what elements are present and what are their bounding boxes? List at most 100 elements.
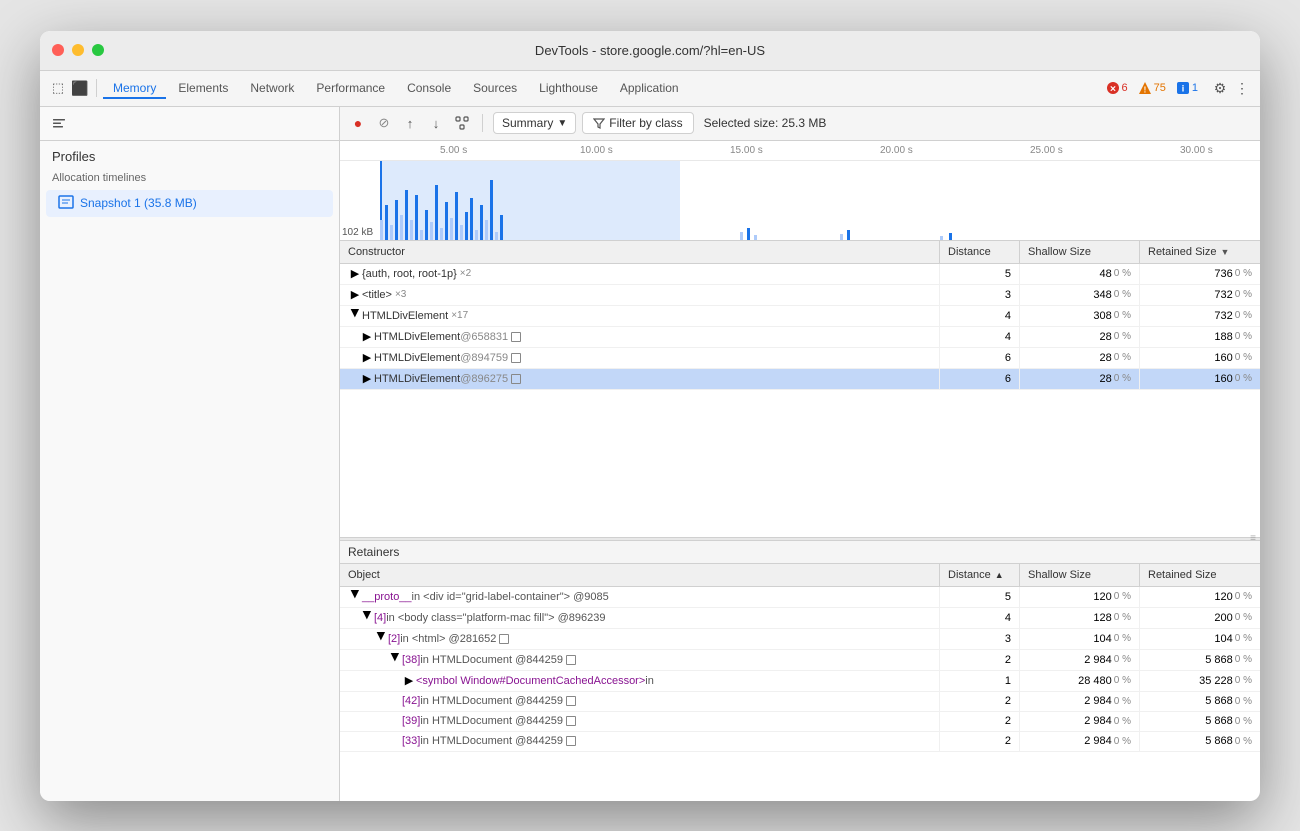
settings-icon[interactable]: ⚙ xyxy=(1210,78,1230,98)
context: in <html> @281652 xyxy=(400,633,496,645)
ret-td-shallow: 2 984 0 % xyxy=(1020,712,1140,731)
td-constructor: ▶ {auth, root, root-1p} ×2 xyxy=(340,264,940,284)
time-label-15s: 15.00 s xyxy=(730,145,763,156)
chart-size-label: 102 kB xyxy=(342,227,373,238)
constructor-name: {auth, root, root-1p} xyxy=(362,268,457,280)
chart-timeline: 5.00 s 10.00 s 15.00 s 20.00 s 25.00 s 3… xyxy=(340,141,1260,161)
td-constructor: ▶ HTMLDivElement @896275 xyxy=(340,369,940,389)
table-row[interactable]: ▶ <title> ×3 3 348 0 % 732 0 % xyxy=(340,285,1260,306)
retainer-row[interactable]: [42] in HTMLDocument @844259 2 2 984 0 %… xyxy=(340,692,1260,712)
upload-icon[interactable]: ↑ xyxy=(400,113,420,133)
td-shallow: 48 0 % xyxy=(1020,264,1140,284)
link-icon[interactable] xyxy=(511,374,521,384)
settings-panel-icon[interactable] xyxy=(48,112,70,134)
filter-by-class-button[interactable]: Filter by class xyxy=(582,112,693,134)
filter-label: Filter by class xyxy=(609,116,682,130)
cursor-icon[interactable]: ⬚ xyxy=(48,78,68,98)
th-distance-label: Distance xyxy=(948,246,991,258)
dropdown-arrow-icon: ▼ xyxy=(557,118,567,129)
tab-console[interactable]: Console xyxy=(397,77,461,99)
more-options-icon[interactable]: ⋮ xyxy=(1232,78,1252,98)
tab-network[interactable]: Network xyxy=(240,77,304,99)
retainer-row[interactable]: ▶ __proto__ in <div id="grid-label-conta… xyxy=(340,587,1260,608)
tab-sources[interactable]: Sources xyxy=(463,77,527,99)
th-object[interactable]: Object xyxy=(340,564,940,586)
table-row-selected[interactable]: ▶ HTMLDivElement @896275 6 28 0 % 160 0 … xyxy=(340,369,1260,390)
expand-icon[interactable]: ▶ xyxy=(348,309,362,323)
ret-td-retained: 5 868 0 % xyxy=(1140,732,1260,751)
th-constructor[interactable]: Constructor xyxy=(340,241,940,263)
snapshot-item[interactable]: Snapshot 1 (35.8 MB) xyxy=(46,190,333,217)
expand-icon[interactable]: ▶ xyxy=(360,330,374,344)
tab-application[interactable]: Application xyxy=(610,77,689,99)
link-icon[interactable] xyxy=(566,716,576,726)
td-constructor: ▶ HTMLDivElement @894759 xyxy=(340,348,940,368)
table-row[interactable]: ▶ HTMLDivElement @658831 4 28 0 % 188 0 … xyxy=(340,327,1260,348)
tab-performance[interactable]: Performance xyxy=(306,77,395,99)
th-ret-shallow[interactable]: Shallow Size xyxy=(1020,564,1140,586)
expand-icon[interactable]: ▶ xyxy=(348,288,362,302)
constructor-name: HTMLDivElement xyxy=(374,331,460,343)
ret-td-shallow: 2 984 0 % xyxy=(1020,732,1140,751)
expand-icon[interactable]: ▶ xyxy=(360,611,374,625)
link-icon[interactable] xyxy=(566,696,576,706)
th-ret-retained[interactable]: Retained Size xyxy=(1140,564,1260,586)
maximize-button[interactable] xyxy=(92,44,104,56)
link-icon[interactable] xyxy=(566,736,576,746)
retainer-row[interactable]: [39] in HTMLDocument @844259 2 2 984 0 %… xyxy=(340,712,1260,732)
summary-dropdown[interactable]: Summary ▼ xyxy=(493,112,576,134)
expand-icon[interactable]: ▶ xyxy=(348,267,362,281)
link-icon[interactable] xyxy=(511,353,521,363)
ret-td-shallow: 2 984 0 % xyxy=(1020,692,1140,711)
stop-icon[interactable]: ⊘ xyxy=(374,113,394,133)
snapshot-label: Snapshot 1 (35.8 MB) xyxy=(80,196,197,210)
tab-memory[interactable]: Memory xyxy=(103,77,166,99)
table-body: ▶ {auth, root, root-1p} ×2 5 48 0 % 736 … xyxy=(340,264,1260,537)
retainer-row[interactable]: ▶ <symbol Window#DocumentCachedAccessor>… xyxy=(340,671,1260,692)
td-retained: 160 0 % xyxy=(1140,348,1260,368)
warning-count: 75 xyxy=(1154,82,1166,94)
tab-lighthouse[interactable]: Lighthouse xyxy=(529,77,608,99)
expand-icon[interactable]: ▶ xyxy=(388,653,402,667)
context: in HTMLDocument @844259 xyxy=(420,654,563,666)
td-constructor: ▶ HTMLDivElement @658831 xyxy=(340,327,940,347)
link-icon[interactable] xyxy=(511,332,521,342)
th-ret-distance[interactable]: Distance ▲ xyxy=(940,564,1020,586)
expand-icon[interactable]: ▶ xyxy=(348,590,362,604)
td-constructor: ▶ HTMLDivElement ×17 xyxy=(340,306,940,326)
record-icon[interactable]: ● xyxy=(348,113,368,133)
tab-elements[interactable]: Elements xyxy=(168,77,238,99)
table-row[interactable]: ▶ HTMLDivElement ×17 4 308 0 % 732 0 % xyxy=(340,306,1260,327)
expand-icon[interactable]: ▶ xyxy=(360,351,374,365)
td-shallow: 28 0 % xyxy=(1020,327,1140,347)
th-retained[interactable]: Retained Size ▼ xyxy=(1140,241,1260,263)
table-row[interactable]: ▶ {auth, root, root-1p} ×2 5 48 0 % 736 … xyxy=(340,264,1260,285)
link-icon[interactable] xyxy=(566,655,576,665)
info-icon: i xyxy=(1176,81,1190,95)
retainer-row[interactable]: ▶ [38] in HTMLDocument @844259 2 2 984 0… xyxy=(340,650,1260,671)
inspector-icon[interactable]: ⬛ xyxy=(70,78,90,98)
th-distance[interactable]: Distance xyxy=(940,241,1020,263)
obj-id: @658831 xyxy=(460,331,508,343)
th-shallow-label: Shallow Size xyxy=(1028,246,1091,258)
expand-icon[interactable]: ▶ xyxy=(402,674,416,688)
table-row[interactable]: ▶ HTMLDivElement @894759 6 28 0 % 160 0 … xyxy=(340,348,1260,369)
link-icon[interactable] xyxy=(499,634,509,644)
expand-icon[interactable]: ▶ xyxy=(360,372,374,386)
th-shallow[interactable]: Shallow Size xyxy=(1020,241,1140,263)
tree-icon[interactable] xyxy=(452,113,472,133)
retainer-row[interactable]: ▶ [2] in <html> @281652 3 104 0 % 104 0 … xyxy=(340,629,1260,650)
ret-td-distance: 1 xyxy=(940,671,1020,691)
expand-icon[interactable]: ▶ xyxy=(374,632,388,646)
td-constructor: ▶ <title> ×3 xyxy=(340,285,940,305)
minimize-button[interactable] xyxy=(72,44,84,56)
prop-name: [2] xyxy=(388,633,400,645)
context: in <body class="platform-mac fill"> @896… xyxy=(386,612,605,624)
constructor-name: HTMLDivElement xyxy=(374,373,460,385)
download-icon[interactable]: ↓ xyxy=(426,113,446,133)
retainer-row[interactable]: [33] in HTMLDocument @844259 2 2 984 0 %… xyxy=(340,732,1260,752)
retainers-section: Retainers Object Distance ▲ Shallow Size… xyxy=(340,541,1260,801)
close-button[interactable] xyxy=(52,44,64,56)
ret-td-shallow: 28 480 0 % xyxy=(1020,671,1140,691)
retainer-row[interactable]: ▶ [4] in <body class="platform-mac fill"… xyxy=(340,608,1260,629)
